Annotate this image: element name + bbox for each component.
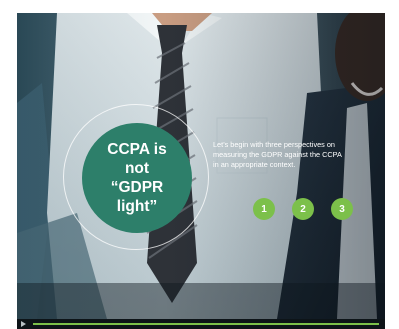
- progress-track[interactable]: [33, 323, 379, 325]
- hero-title: CCPA is not “GDPR light”: [107, 141, 167, 215]
- step-1-button[interactable]: 1: [253, 198, 275, 220]
- intro-text: Let’s begin with three perspectives on m…: [213, 140, 342, 169]
- step-2-button[interactable]: 2: [292, 198, 314, 220]
- hero-circle: CCPA is not “GDPR light”: [82, 123, 192, 233]
- progress-fill: [33, 323, 379, 325]
- slide-player: CCPA is not “GDPR light” Let’s begin wit…: [17, 13, 385, 319]
- play-icon[interactable]: [21, 321, 26, 327]
- player-controlbar: [17, 319, 385, 329]
- step-3-button[interactable]: 3: [331, 198, 353, 220]
